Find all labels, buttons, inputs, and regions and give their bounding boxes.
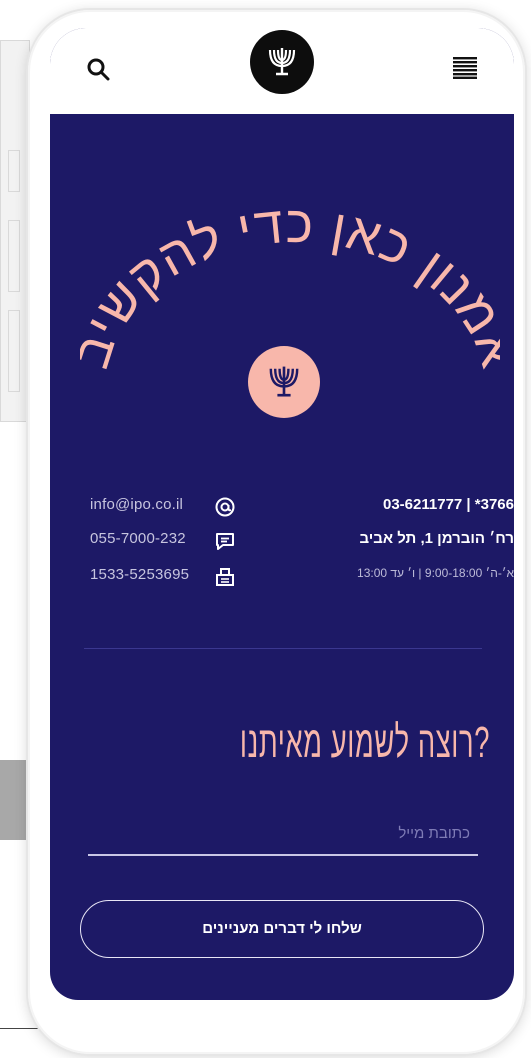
whatsapp-link[interactable]: 055-7000-232 [90, 530, 186, 547]
contact-row-email: info@ipo.co.il 03-6211777 | *3766 [50, 496, 514, 518]
background-panel [8, 220, 20, 292]
logo[interactable] [250, 30, 314, 94]
contact-row-whatsapp: 055-7000-232 רח׳ הוברמן 1, תל אביב [50, 530, 514, 552]
contact-row-fax: 1533-5253695 א׳-ה׳ 9:00-18:00 | ו׳ עד 13… [50, 566, 514, 588]
background-panel [8, 150, 20, 192]
newsletter-heading: רוצה לשמוע מאיתנו? [239, 718, 490, 767]
background-panel [8, 310, 20, 392]
menorah-icon [268, 48, 296, 76]
fax-number: 1533-5253695 [90, 566, 190, 583]
chat-bubble-icon [216, 533, 234, 550]
email-field[interactable] [88, 812, 478, 856]
emblem-badge [248, 346, 320, 418]
section-divider [84, 648, 482, 649]
menorah-icon [269, 366, 299, 397]
at-sign-icon [215, 497, 235, 517]
background-shape [0, 760, 28, 840]
mobile-screen: אמנון כאן כדי להקשיב info@ipo.co.il 03-6… [50, 28, 514, 1000]
hamburger-icon[interactable] [453, 57, 477, 79]
top-navigation-bar [50, 28, 514, 114]
opening-hours: א׳-ה׳ 9:00-18:00 | ו׳ עד 13:00 [357, 566, 514, 580]
submit-button[interactable]: שלחו לי דברים מעניינים [80, 900, 484, 958]
address-text: רח׳ הוברמן 1, תל אביב [359, 530, 514, 547]
fax-icon [216, 568, 234, 586]
search-icon[interactable] [86, 57, 110, 81]
email-link[interactable]: info@ipo.co.il [90, 496, 183, 513]
phone-numbers[interactable]: 03-6211777 | *3766 [304, 496, 514, 513]
